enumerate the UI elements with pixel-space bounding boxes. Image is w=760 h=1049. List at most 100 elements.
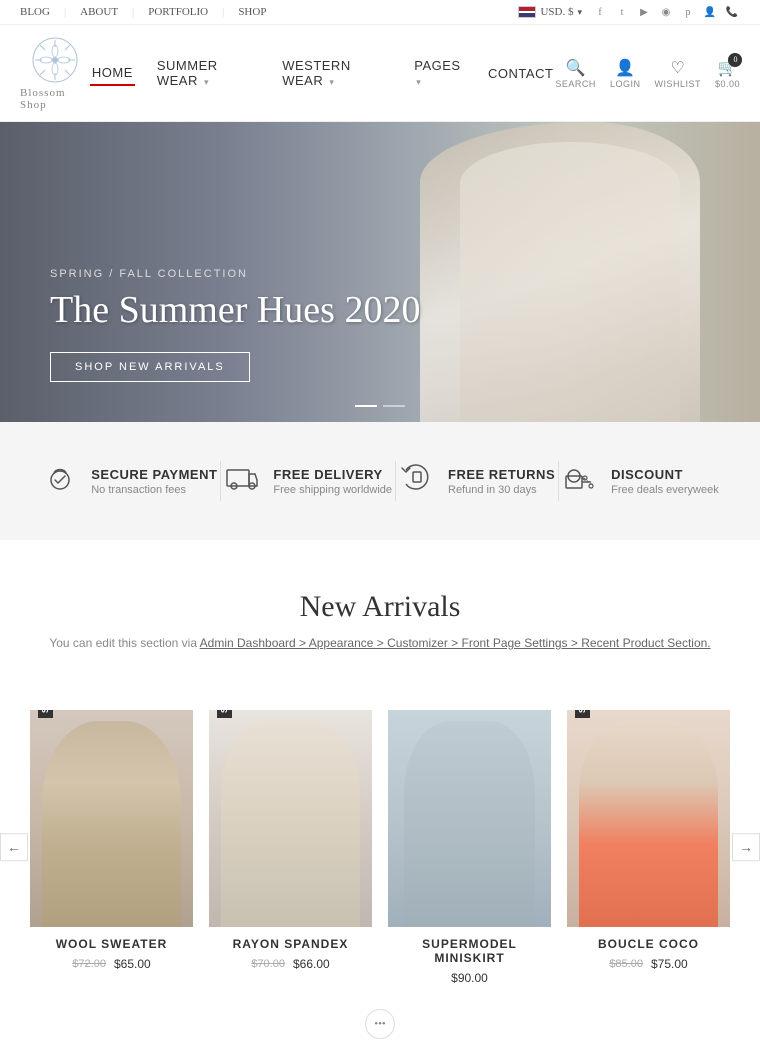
load-more-button[interactable]: ••• — [365, 1009, 395, 1039]
youtube-icon[interactable]: ▶ — [636, 4, 652, 20]
product-card-miniskirt[interactable]: SUPERMODEL MINISKIRT $90.00 — [388, 710, 551, 989]
divider — [395, 461, 396, 501]
nav-summer-wear[interactable]: SUMMER WEAR ▾ — [155, 54, 260, 92]
hero-content: SPRING / FALL COLLECTION The Summer Hues… — [0, 268, 470, 422]
main-nav: HOME SUMMER WEAR ▾ WESTERN WEAR ▾ PAGES … — [90, 54, 556, 92]
product-name: RAYON SPANDEX — [213, 937, 368, 951]
free-returns-icon — [398, 458, 436, 504]
product-prices: $72.00 $65.00 — [34, 957, 189, 971]
hero-dot-1[interactable] — [355, 405, 377, 407]
product-prices: $90.00 — [392, 971, 547, 985]
top-bar: BLOG | ABOUT | PORTFOLIO | SHOP USD. $ ▾… — [0, 0, 760, 25]
discount-title: DISCOUNT — [611, 467, 719, 482]
sale-price: $75.00 — [651, 957, 688, 971]
wishlist-label: WISHLIST — [654, 79, 701, 89]
dropdown-arrow-icon: ▾ — [577, 7, 582, 18]
user-icon[interactable]: 👤 — [702, 4, 718, 20]
free-returns-subtitle: Refund in 30 days — [448, 484, 555, 496]
login-action[interactable]: 👤 LOGIN — [610, 58, 641, 89]
nav-shop[interactable]: SHOP — [238, 6, 266, 18]
hero-pagination — [355, 405, 405, 407]
free-delivery-title: FREE DELIVERY — [273, 467, 392, 482]
products-grid: SALE! WOOL SWEATER $72.00 $65.00 SALE! — [30, 710, 730, 989]
secure-payment-icon — [41, 458, 79, 504]
product-card-boucle-coco[interactable]: SALE! BOUCLE COCO $85.00 $75.00 — [567, 710, 730, 989]
dropdown-arrow-icon: ▾ — [329, 77, 334, 87]
product-info: RAYON SPANDEX $70.00 $66.00 — [209, 927, 372, 975]
product-info: BOUCLE COCO $85.00 $75.00 — [567, 927, 730, 975]
currency-label: USD. $ — [540, 6, 573, 18]
product-info: SUPERMODEL MINISKIRT $90.00 — [388, 927, 551, 989]
login-label: LOGIN — [610, 79, 641, 89]
cart-icon: 🛒 0 — [718, 58, 738, 78]
search-action[interactable]: 🔍 SEARCH — [555, 58, 596, 89]
feature-secure-payment: SECURE PAYMENT No transaction fees — [41, 458, 217, 504]
hero-section: SPRING / FALL COLLECTION The Summer Hues… — [0, 122, 760, 422]
logo-svg — [30, 35, 80, 85]
product-name: WOOL SWEATER — [34, 937, 189, 951]
search-label: SEARCH — [555, 79, 596, 89]
sale-price: $90.00 — [451, 971, 488, 985]
top-bar-right: USD. $ ▾ f t ▶ ◉ p 👤 📞 — [518, 4, 740, 20]
header-actions: 🔍 SEARCH 👤 LOGIN ♡ WISHLIST 🛒 0 $0.00 — [555, 58, 740, 89]
features-bar: SECURE PAYMENT No transaction fees FREE … — [0, 422, 760, 540]
user-icon: 👤 — [615, 58, 635, 78]
product-info: WOOL SWEATER $72.00 $65.00 — [30, 927, 193, 975]
pinterest-icon[interactable]: p — [680, 4, 696, 20]
nav-contact[interactable]: CONTACT — [486, 62, 555, 85]
secure-payment-title: SECURE PAYMENT — [91, 467, 217, 482]
site-logo[interactable]: Blossom Shop — [20, 35, 90, 111]
dropdown-arrow-icon: ▾ — [416, 77, 421, 87]
top-nav-links: BLOG | ABOUT | PORTFOLIO | SHOP — [20, 6, 266, 18]
dropdown-arrow-icon: ▾ — [204, 77, 209, 87]
sale-badge: SALE! — [575, 710, 590, 718]
nav-portfolio[interactable]: PORTFOLIO — [148, 6, 208, 18]
new-arrivals-section: New Arrivals You can edit this section v… — [0, 540, 760, 710]
product-card-rayon-spandex[interactable]: SALE! RAYON SPANDEX $70.00 $66.00 — [209, 710, 372, 989]
instagram-icon[interactable]: ◉ — [658, 4, 674, 20]
products-wrapper: ← SALE! WOOL SWEATER $72.00 $65.00 — [0, 710, 760, 989]
original-price: $72.00 — [72, 958, 106, 970]
product-image-2 — [209, 710, 372, 927]
nav-pages[interactable]: PAGES ▾ — [412, 54, 466, 92]
hero-title: The Summer Hues 2020 — [50, 290, 420, 332]
feature-free-returns: FREE RETURNS Refund in 30 days — [398, 458, 555, 504]
nav-about[interactable]: ABOUT — [80, 6, 118, 18]
sale-badge: SALE! — [217, 710, 232, 718]
original-price: $70.00 — [251, 958, 285, 970]
free-delivery-icon — [223, 458, 261, 504]
product-image-wrap — [388, 710, 551, 927]
facebook-icon[interactable]: f — [592, 4, 608, 20]
product-prices: $70.00 $66.00 — [213, 957, 368, 971]
sale-price: $66.00 — [293, 957, 330, 971]
product-image-3 — [388, 710, 551, 927]
product-card-wool-sweater[interactable]: SALE! WOOL SWEATER $72.00 $65.00 — [30, 710, 193, 989]
currency-selector[interactable]: USD. $ ▾ — [518, 6, 582, 18]
free-delivery-subtitle: Free shipping worldwide — [273, 484, 392, 496]
site-header: Blossom Shop HOME SUMMER WEAR ▾ WESTERN … — [0, 25, 760, 122]
social-icons: f t ▶ ◉ p 👤 📞 — [592, 4, 740, 20]
nav-blog[interactable]: BLOG — [20, 6, 50, 18]
hero-dress-highlight — [460, 142, 680, 422]
products-prev-button[interactable]: ← — [0, 833, 28, 861]
product-image-wrap: SALE! — [209, 710, 372, 927]
twitter-icon[interactable]: t — [614, 4, 630, 20]
phone-icon[interactable]: 📞 — [724, 4, 740, 20]
secure-payment-subtitle: No transaction fees — [91, 484, 217, 496]
cart-action[interactable]: 🛒 0 $0.00 — [715, 58, 740, 89]
discount-subtitle: Free deals everyweek — [611, 484, 719, 496]
product-image-wrap: SALE! — [30, 710, 193, 927]
shop-new-arrivals-button[interactable]: SHOP NEW ARRIVALS — [50, 352, 250, 382]
admin-dashboard-link[interactable]: Admin Dashboard > Appearance > Customize… — [200, 636, 711, 650]
nav-home[interactable]: HOME — [90, 61, 135, 86]
hero-dot-2[interactable] — [383, 405, 405, 407]
feature-discount: DISCOUNT Free deals everyweek — [561, 458, 719, 504]
products-next-button[interactable]: → — [732, 833, 760, 861]
feature-free-delivery: FREE DELIVERY Free shipping worldwide — [223, 458, 392, 504]
discount-icon — [561, 458, 599, 504]
wishlist-action[interactable]: ♡ WISHLIST — [654, 58, 701, 89]
nav-western-wear[interactable]: WESTERN WEAR ▾ — [280, 54, 392, 92]
logo-text: Blossom Shop — [20, 87, 90, 111]
new-arrivals-title: New Arrivals — [30, 590, 730, 624]
search-icon: 🔍 — [566, 58, 586, 78]
